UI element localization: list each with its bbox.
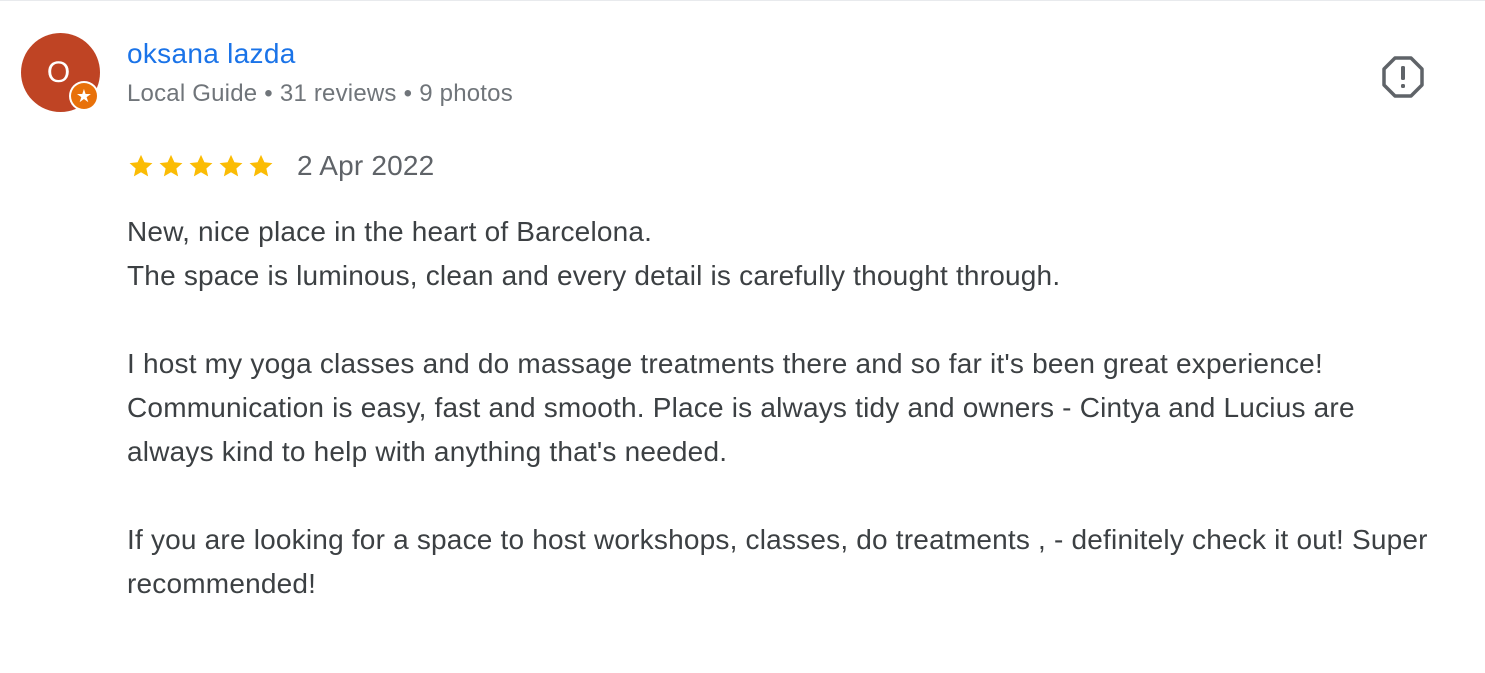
- review-date: 2 Apr 2022: [297, 150, 435, 181]
- author-name-link[interactable]: oksana lazda: [127, 36, 296, 72]
- author-photo-count: 9 photos: [419, 80, 513, 107]
- star-rating: [127, 152, 277, 180]
- star-icon: [219, 154, 243, 177]
- author-role: Local Guide: [127, 80, 258, 107]
- review-card: O ★ oksana lazda Local Guide • 31 reviews •…: [0, 0, 1485, 673]
- local-guide-badge: ★: [69, 81, 99, 111]
- star-icon: [159, 154, 183, 177]
- rating-row: 2 Apr 2022: [127, 146, 434, 186]
- avatar-initial: O: [46, 56, 71, 89]
- local-guide-star-icon: ★: [71, 83, 97, 109]
- author-review-count: 31 reviews: [279, 80, 397, 107]
- meta-separator: •: [403, 80, 413, 107]
- review-line: The space is luminous, clean and every d…: [127, 260, 1061, 291]
- report-flag-icon[interactable]: [1380, 54, 1426, 100]
- author-meta: Local Guide • 31 reviews • 9 photos: [127, 78, 513, 110]
- review-text: New, nice place in the heart of Barcelon…: [127, 210, 1447, 606]
- review-line: New, nice place in the heart of Barcelon…: [127, 216, 653, 247]
- review-paragraph: I host my yoga classes and do massage tr…: [127, 348, 1323, 379]
- review-paragraph: If you are looking for a space to host w…: [127, 524, 1428, 599]
- review-paragraph: Communication is easy, fast and smooth. …: [127, 392, 1355, 467]
- meta-separator: •: [264, 80, 273, 107]
- star-icon: [249, 154, 273, 177]
- star-icon: [129, 154, 153, 177]
- star-icon: [189, 154, 213, 177]
